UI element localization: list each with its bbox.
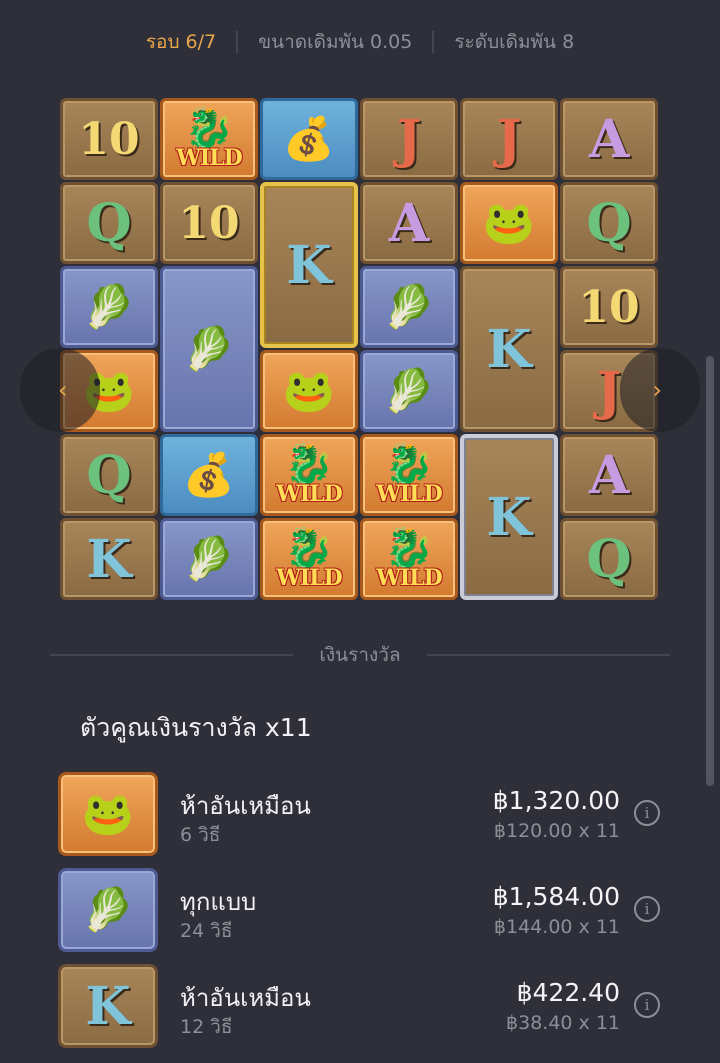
cabbage-icon: 🥬 — [182, 324, 236, 373]
symbol-ten: 10 — [178, 197, 240, 249]
info-icon[interactable]: i — [634, 896, 660, 922]
win-row: K ห้าอันเหมือน 12 วิธี ฿422.40 ฿38.40 x 11 i — [58, 964, 668, 1060]
reel-tile: 🐉 WILD — [260, 518, 358, 600]
symbol-k: K — [86, 528, 132, 590]
win-ways-count: 6 วิธี — [180, 824, 221, 846]
reel-tile: 🐉 WILD — [160, 98, 258, 180]
toad-icon: 🐸 — [482, 198, 536, 247]
reel-tile: A — [560, 434, 658, 516]
wild-label: WILD — [376, 481, 443, 507]
win-symbol: K — [58, 964, 158, 1048]
reel-tile: K — [460, 266, 558, 432]
reel-tile: 💰 — [260, 98, 358, 180]
payout-divider: เงินรางวัล — [50, 640, 671, 670]
toad-icon: 🐸 — [81, 789, 135, 838]
reel-tile: 🐉 WILD — [260, 434, 358, 516]
symbol-ten: 10 — [578, 281, 640, 333]
reel-tile: 10 — [560, 266, 658, 348]
symbol-a: A — [588, 444, 630, 506]
bet-level: ระดับเดิมพัน 8 — [454, 31, 575, 53]
wild-label: WILD — [176, 145, 243, 171]
win-amount: ฿1,320.00 — [492, 786, 620, 815]
symbol-j: J — [396, 108, 422, 170]
win-amount: ฿422.40 — [516, 978, 620, 1007]
symbol-a: A — [388, 192, 430, 254]
win-symbol: 🐸 — [58, 772, 158, 856]
win-row: 🥬 ทุกแบบ 24 วิธี ฿1,584.00 ฿144.00 x 11 i — [58, 868, 668, 964]
next-button[interactable]: › — [620, 348, 700, 432]
reel-tile: 🥬 — [60, 266, 158, 348]
wild-label: WILD — [376, 565, 443, 591]
cabbage-icon: 🥬 — [382, 282, 436, 331]
reel-tile: Q — [60, 434, 158, 516]
symbol-k: K — [486, 318, 532, 380]
symbol-k: K — [486, 486, 532, 548]
info-icon[interactable]: i — [634, 800, 660, 826]
reel-tile: Q — [560, 518, 658, 600]
pouch-icon: 💰 — [282, 114, 336, 163]
symbol-q: Q — [586, 192, 632, 254]
win-amount: ฿1,584.00 — [492, 882, 620, 911]
pouch-icon: 💰 — [182, 450, 236, 499]
reel-tile: J — [360, 98, 458, 180]
symbol-k: K — [286, 234, 332, 296]
chevron-right-icon: › — [652, 376, 662, 404]
wild-label: WILD — [276, 565, 343, 591]
reel-tile: 🥬 — [360, 350, 458, 432]
cabbage-icon: 🥬 — [182, 534, 236, 583]
reel-tile: K — [60, 518, 158, 600]
symbol-q: Q — [86, 192, 132, 254]
reel-tile: 🐸 — [260, 350, 358, 432]
cabbage-icon: 🥬 — [81, 885, 135, 934]
win-ways-count: 24 วิธี — [180, 920, 233, 942]
cabbage-icon: 🥬 — [382, 366, 436, 415]
reel-tile: 🐉 WILD — [360, 434, 458, 516]
symbol-k: K — [85, 975, 131, 1037]
chevron-left-icon: ‹ — [58, 376, 68, 404]
symbol-a: A — [588, 108, 630, 170]
reel-tile: 🥬 — [360, 266, 458, 348]
reel-grid: 10 🐉 WILD 💰 J J A Q 10 K A 🐸 Q 🥬 🥬 🥬 K 10 🐸 🐸 🥬 J Q 💰 🐉 WILD 🐉 WILD… — [60, 98, 660, 604]
reel-tile: A — [560, 98, 658, 180]
reel-tile: 🐸 — [460, 182, 558, 264]
reel-tile: 🥬 — [160, 266, 258, 432]
reel-tile: J — [460, 98, 558, 180]
reel-tile: Q — [60, 182, 158, 264]
wild-label: WILD — [276, 481, 343, 507]
symbol-j: J — [596, 360, 622, 422]
reel-tile: 10 — [60, 98, 158, 180]
win-list: 🐸 ห้าอันเหมือน 6 วิธี ฿1,320.00 ฿120.00 x 11… — [58, 772, 668, 1060]
reel-tile: A — [360, 182, 458, 264]
prev-button[interactable]: ‹ — [20, 348, 100, 432]
cabbage-icon: 🥬 — [82, 282, 136, 331]
toad-icon: 🐸 — [282, 366, 336, 415]
reel-tile: K — [460, 434, 558, 600]
symbol-q: Q — [586, 528, 632, 590]
win-symbol: 🥬 — [58, 868, 158, 952]
reel-tile: 🥬 — [160, 518, 258, 600]
reel-tile: 10 — [160, 182, 258, 264]
reel-tile: 💰 — [160, 434, 258, 516]
symbol-ten: 10 — [78, 113, 140, 165]
symbol-j: J — [496, 108, 522, 170]
payout-section-label: เงินรางวัล — [319, 644, 401, 666]
win-multiplier: ตัวคูณเงินรางวัล x11 — [80, 713, 312, 742]
symbol-q: Q — [86, 444, 132, 506]
bet-info-bar: รอบ 6/7 ขนาดเดิมพัน 0.05 ระดับเดิมพัน 8 — [0, 22, 720, 62]
win-row: 🐸 ห้าอันเหมือน 6 วิธี ฿1,320.00 ฿120.00 x 11… — [58, 772, 668, 868]
scrollbar[interactable] — [706, 356, 714, 786]
win-calculation: ฿144.00 x 11 — [493, 916, 620, 938]
win-ways-count: 12 วิธี — [180, 1016, 233, 1038]
win-calculation: ฿38.40 x 11 — [506, 1012, 620, 1034]
win-calculation: ฿120.00 x 11 — [493, 820, 620, 842]
round-counter: รอบ 6/7 — [145, 31, 217, 53]
reel-tile: Q — [560, 182, 658, 264]
reel-tile: 🐉 WILD — [360, 518, 458, 600]
reel-tile: K — [260, 182, 358, 348]
bet-size: ขนาดเดิมพัน 0.05 — [258, 31, 413, 53]
info-icon[interactable]: i — [634, 992, 660, 1018]
